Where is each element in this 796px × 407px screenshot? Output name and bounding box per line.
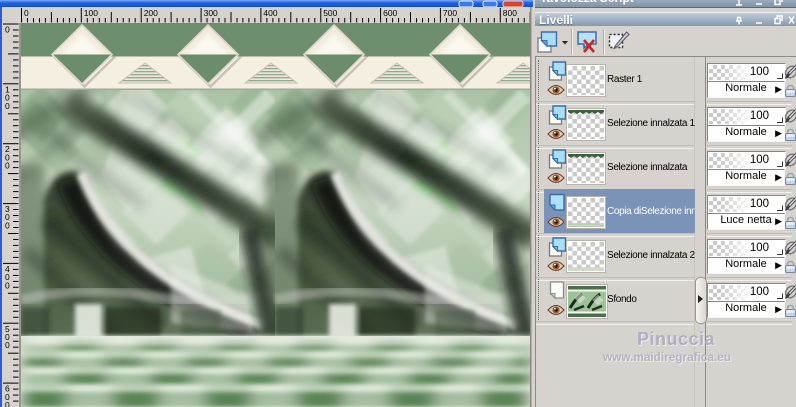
svg-text:600: 600 (383, 8, 397, 18)
svg-text:0: 0 (24, 8, 29, 18)
svg-text:0: 0 (5, 25, 10, 35)
svg-text:700: 700 (443, 8, 457, 18)
svg-text:100: 100 (84, 8, 98, 18)
svg-text:500: 500 (323, 8, 337, 18)
svg-text:0: 0 (5, 101, 10, 111)
svg-text:400: 400 (263, 8, 277, 18)
svg-text:0: 0 (5, 280, 10, 290)
svg-text:300: 300 (204, 8, 218, 18)
svg-text:200: 200 (144, 8, 158, 18)
svg-text:800: 800 (503, 8, 517, 18)
svg-text:0: 0 (5, 340, 10, 350)
svg-text:0: 0 (5, 161, 10, 171)
svg-text:0: 0 (5, 400, 10, 407)
svg-text:0: 0 (5, 221, 10, 231)
